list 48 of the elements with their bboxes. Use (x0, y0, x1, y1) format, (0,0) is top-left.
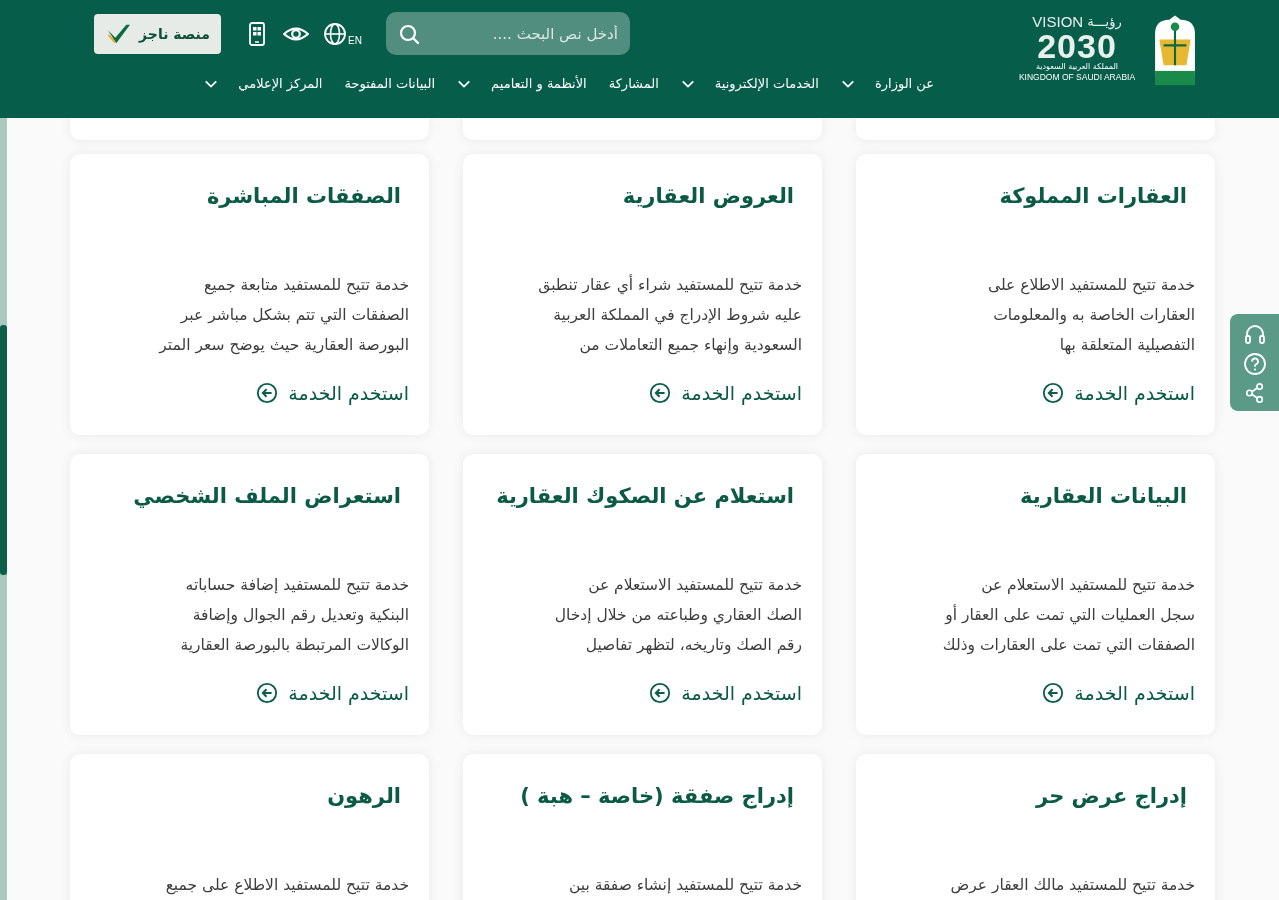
card-description: خدمة تتيح للمستفيد إضافة حساباته البنكية وتعديل رقم الجوال وإضافة الوكالات المرتبطة بالبورصة العقارية (179, 575, 409, 656)
logo-text: KINGDOM OF SAUDI ARABIA (1018, 72, 1136, 82)
card-title: الرهون (326, 783, 401, 810)
card-title: إدراج صفقة (خاصة – هبة ) (519, 783, 794, 811)
card-description: خدمة تتيح للمستفيد مالك العقار عرض (949, 875, 1195, 897)
card-title: العقارات المملوكة (998, 183, 1187, 210)
share-icon[interactable] (1243, 381, 1266, 404)
arrow-circle-icon (649, 382, 672, 404)
help-icon[interactable] (1242, 351, 1267, 376)
nav-item[interactable]: البيانات المفتوحة (344, 76, 436, 91)
card-title: العروض العقارية (621, 183, 794, 210)
logo-text: رؤيـــة (1087, 14, 1122, 30)
logo-year: 2030 (1037, 30, 1117, 62)
use-service-link[interactable]: استخدم الخدمة (649, 682, 802, 704)
card-title: البيانات العقارية (1019, 483, 1187, 510)
arrow-circle-icon (1042, 682, 1065, 704)
nav-item[interactable]: الخدمات الإلكترونية (680, 76, 819, 91)
nav-item[interactable]: المركز الإعلامي (204, 76, 323, 91)
language-button[interactable]: EN (323, 21, 362, 46)
card-title: الصفقات المباشرة (205, 183, 401, 210)
card-description: خدمة تتيح للمستفيد الاستعلام عن الصك العقاري وطباعته من خلال إدخال رقم الصك وتاريخه، لتظهر تفاصيل (553, 575, 802, 657)
card-description: خدمة تتيح للمستفيد الاستعلام عن سجل العمليات التي تمت على العقار أو الصفقات التي تمت على العقارات وذلك (941, 575, 1195, 657)
use-service-link[interactable]: استخدم الخدمة (1042, 382, 1195, 404)
globe-icon (323, 21, 347, 46)
arrow-circle-icon (256, 682, 279, 704)
card-description: خدمة تتيح للمستفيد الاطلاع على العقارات الخاصة به والمعلومات التفصيلية المتعلقة بها (987, 275, 1195, 357)
use-service-link[interactable]: استخدم الخدمة (256, 382, 409, 404)
najiz-button[interactable]: منصة ناجز (94, 13, 221, 54)
use-service-link[interactable]: استخدم الخدمة (649, 382, 802, 404)
card-description: خدمة تتيح للمستفيد الاطلاع على جميع (164, 875, 409, 897)
nav-item[interactable]: الأنظمة و التعاميم (457, 76, 587, 91)
card-title: استعلام عن الصكوك العقارية (495, 483, 794, 510)
card-description: خدمة تتيح للمستفيد إنشاء صفقة بين (568, 875, 802, 897)
arrow-circle-icon (1042, 382, 1065, 404)
logo-text: VISION (1032, 14, 1084, 30)
arrow-circle-icon (649, 682, 672, 704)
use-service-link[interactable]: استخدم الخدمة (1042, 682, 1195, 704)
search-icon[interactable] (397, 23, 420, 45)
card-description: خدمة تتيح للمستفيد شراء أي عقار تنطبق عليه شروط الإدراج في المملكة العربية السعودية وإنهاء جميع التعاملات من (537, 273, 802, 357)
use-service-link[interactable]: استخدم الخدمة (256, 682, 409, 704)
card-title: إدراج عرض حر (1034, 783, 1187, 811)
card-title: استعراض الملف الشخصي (132, 483, 401, 510)
card-description: خدمة تتيح للمستفيد متابعة جميع الصفقات التي تتم بشكل مباشر عبر البورصة العقارية حيث يوضح سعر المتر (157, 275, 409, 357)
scrollbar[interactable] (0, 118, 7, 900)
nav-item[interactable]: المشاركة (608, 76, 659, 91)
logo-text: المملكة العربية السعودية (1035, 62, 1119, 72)
arrow-circle-icon (256, 382, 279, 404)
nav-item[interactable]: عن الوزارة (840, 76, 934, 91)
